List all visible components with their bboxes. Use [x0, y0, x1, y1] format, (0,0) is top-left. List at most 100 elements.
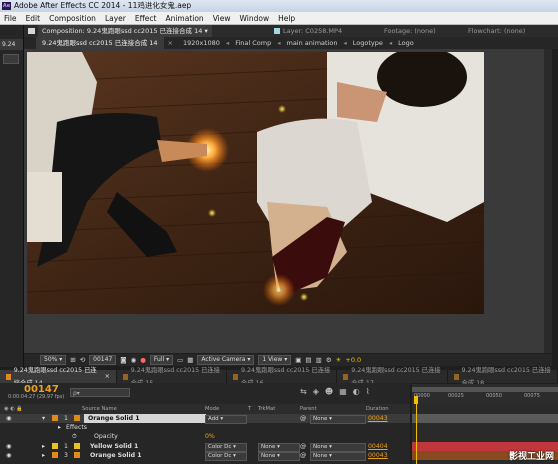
col-source-name[interactable]: Source Name [82, 404, 117, 414]
viewer-panel-header: Composition: 9.24鬼跑眼ssd cc2015 已连接合成 14 … [24, 25, 558, 37]
comp-frame-image [27, 52, 484, 314]
timeline-tab[interactable]: 9.24鬼跑眼ssd cc2015 已连接合成 18 [448, 367, 558, 387]
effects-group-row[interactable]: ▸ Effects [0, 423, 410, 432]
opacity-label: Opacity [94, 433, 118, 440]
trkmat-dropdown[interactable]: None ▾ [258, 452, 300, 461]
ruler-tick: 00025 [448, 393, 464, 399]
window-title-bar: Ae Adobe After Effects CC 2014 - 11鸡进化女鬼… [0, 0, 558, 12]
parent-pickwhip-icon[interactable]: @ [300, 451, 306, 460]
expand-arrow-icon[interactable]: ▾ [42, 414, 45, 423]
current-time-indicator[interactable] [414, 396, 418, 404]
tab-composition[interactable]: Composition: 9.24鬼跑眼ssd cc2015 已连接合成 14 … [38, 25, 212, 37]
project-tab[interactable]: 9.24 [0, 39, 23, 50]
av-features-icons: ◉ ◐ 🔒 [4, 406, 23, 412]
draft-3d-icon[interactable]: ◈ [313, 387, 319, 396]
table-row[interactable]: ◉ ▾ 1 Orange Solid 1 Add ▾ @ None ▾ 0004… [0, 414, 410, 424]
composition-frame[interactable] [27, 52, 484, 314]
timecode-subtext: 0:00:04:27 (29.97 fps) [8, 394, 65, 400]
menu-window[interactable]: Window [240, 12, 270, 24]
layer-duration[interactable]: 00404 [368, 442, 388, 451]
timeline-column-header: ◉ ◐ 🔒 Source Name Mode T TrkMat Parent D… [0, 404, 410, 414]
solid-icon [74, 415, 80, 421]
visibility-icon[interactable]: ◉ [6, 414, 11, 423]
menu-view[interactable]: View [213, 12, 231, 24]
timeline-tab[interactable]: 9.24鬼跑眼ssd cc2015 已连接合成 17 [337, 367, 448, 387]
expand-arrow-icon[interactable]: ▸ [42, 451, 45, 460]
col-duration[interactable]: Duration [366, 404, 389, 414]
graph-editor-icon[interactable]: ⌇ [366, 387, 370, 396]
layer-duration[interactable]: 00043 [368, 414, 388, 423]
parent-pickwhip-icon[interactable]: @ [300, 442, 306, 451]
work-area-bar[interactable] [412, 387, 558, 392]
breadcrumb-active-comp[interactable]: 9.24鬼跑眼ssd cc2015 已连接合成 14 [36, 37, 164, 49]
exposure-icon[interactable]: ☀ [336, 356, 342, 364]
breadcrumb-item[interactable]: main animation [286, 37, 337, 49]
col-mode[interactable]: Mode [205, 404, 219, 414]
layer-name[interactable]: Orange Solid 1 [90, 451, 142, 460]
menu-file[interactable]: File [4, 12, 17, 24]
tab-footage[interactable]: Footage: (none) [384, 25, 436, 37]
solid-icon [74, 452, 80, 458]
menu-composition[interactable]: Composition [49, 12, 96, 24]
visibility-icon[interactable]: ◉ [6, 451, 11, 460]
menu-bar: File Edit Composition Layer Effect Anima… [0, 12, 558, 25]
col-t[interactable]: T [248, 404, 251, 414]
breadcrumb-item[interactable]: Logo [398, 37, 414, 49]
layer-number: 1 [64, 443, 68, 450]
layer-number: 3 [64, 452, 68, 459]
frame-blending-icon[interactable]: ▦ [339, 387, 347, 396]
parent-dropdown[interactable]: None ▾ [310, 452, 366, 461]
layer-duration[interactable]: 00043 [368, 451, 388, 460]
expand-arrow-icon[interactable]: ▸ [42, 442, 45, 451]
tab-flowchart[interactable]: Flowchart: (none) [468, 25, 525, 37]
menu-help[interactable]: Help [278, 12, 295, 24]
comp-mini-flowchart-icon[interactable]: ⇆ [300, 387, 307, 396]
opacity-value[interactable]: 0% [205, 432, 215, 441]
table-row[interactable]: ◉ ▸ 3 Orange Solid 1 Color Dc ▾ None ▾ @… [0, 451, 410, 461]
solid-icon [74, 443, 80, 449]
timeline-search-input[interactable]: ρ▾ [70, 388, 130, 397]
project-search-field[interactable] [3, 54, 19, 64]
label-color-icon[interactable] [52, 415, 58, 421]
layer-name[interactable]: Yellow Solid 1 [90, 442, 138, 451]
snapshot-icon[interactable]: ◙ [120, 356, 126, 364]
menu-effect[interactable]: Effect [135, 12, 157, 24]
opacity-property-row[interactable]: ⏱ Opacity 0% [0, 432, 410, 441]
composition-icon [453, 373, 459, 380]
stopwatch-icon[interactable]: ⏱ [72, 432, 77, 441]
breadcrumb-item[interactable]: Logotype [353, 37, 383, 49]
table-row[interactable]: ◉ ▸ 1 Yellow Solid 1 Color Dc ▾ None ▾ @… [0, 442, 410, 452]
layer-bar[interactable] [412, 414, 558, 423]
expand-arrow-icon[interactable]: ▸ [58, 423, 61, 432]
mode-dropdown[interactable]: Color Dc ▾ [205, 452, 247, 461]
motion-blur-icon[interactable]: ◐ [353, 387, 360, 396]
timeline-tab[interactable]: 9.24鬼跑眼ssd cc2015 已连接合成 14 × [0, 367, 117, 387]
timeline-tab[interactable]: 9.24鬼跑眼ssd cc2015 已连接合成 16 [227, 367, 338, 387]
hide-shy-icon[interactable]: ☻ [325, 387, 333, 396]
after-effects-logo-icon: Ae [2, 2, 11, 10]
viewer-scrollbar[interactable] [544, 49, 552, 353]
breadcrumb-item[interactable]: Final Comp [235, 37, 271, 49]
col-parent[interactable]: Parent [300, 404, 317, 414]
menu-animation[interactable]: Animation [165, 12, 203, 24]
close-icon[interactable]: × [168, 37, 173, 49]
layer-name[interactable]: Orange Solid 1 [84, 414, 206, 423]
ruler-tick: 00050 [486, 393, 502, 399]
time-ruler[interactable]: 00000 00025 00050 00075 [412, 384, 558, 404]
menu-edit[interactable]: Edit [26, 12, 41, 24]
col-trkmat[interactable]: TrkMat [258, 404, 275, 414]
tab-layer[interactable]: Layer: C0258.MP4 [283, 25, 342, 37]
lock-icon[interactable] [28, 28, 35, 34]
label-color-icon[interactable] [52, 443, 58, 449]
menu-layer[interactable]: Layer [105, 12, 126, 24]
ruler-tick: 00075 [524, 393, 540, 399]
parent-pickwhip-icon[interactable]: @ [300, 414, 306, 423]
composition-icon [233, 373, 238, 380]
layer-panel-icon [274, 28, 280, 34]
visibility-icon[interactable]: ◉ [6, 442, 11, 451]
window-title: Adobe After Effects CC 2014 - 11鸡进化女鬼.ae… [14, 1, 192, 10]
composition-icon [122, 373, 128, 380]
timeline-tab[interactable]: 9.24鬼跑眼ssd cc2015 已连接合成 15 [117, 367, 228, 387]
label-color-icon[interactable] [52, 452, 58, 458]
timeline-tab-bar: 9.24鬼跑眼ssd cc2015 已连接合成 14 × 9.24鬼跑眼ssd … [0, 367, 558, 387]
